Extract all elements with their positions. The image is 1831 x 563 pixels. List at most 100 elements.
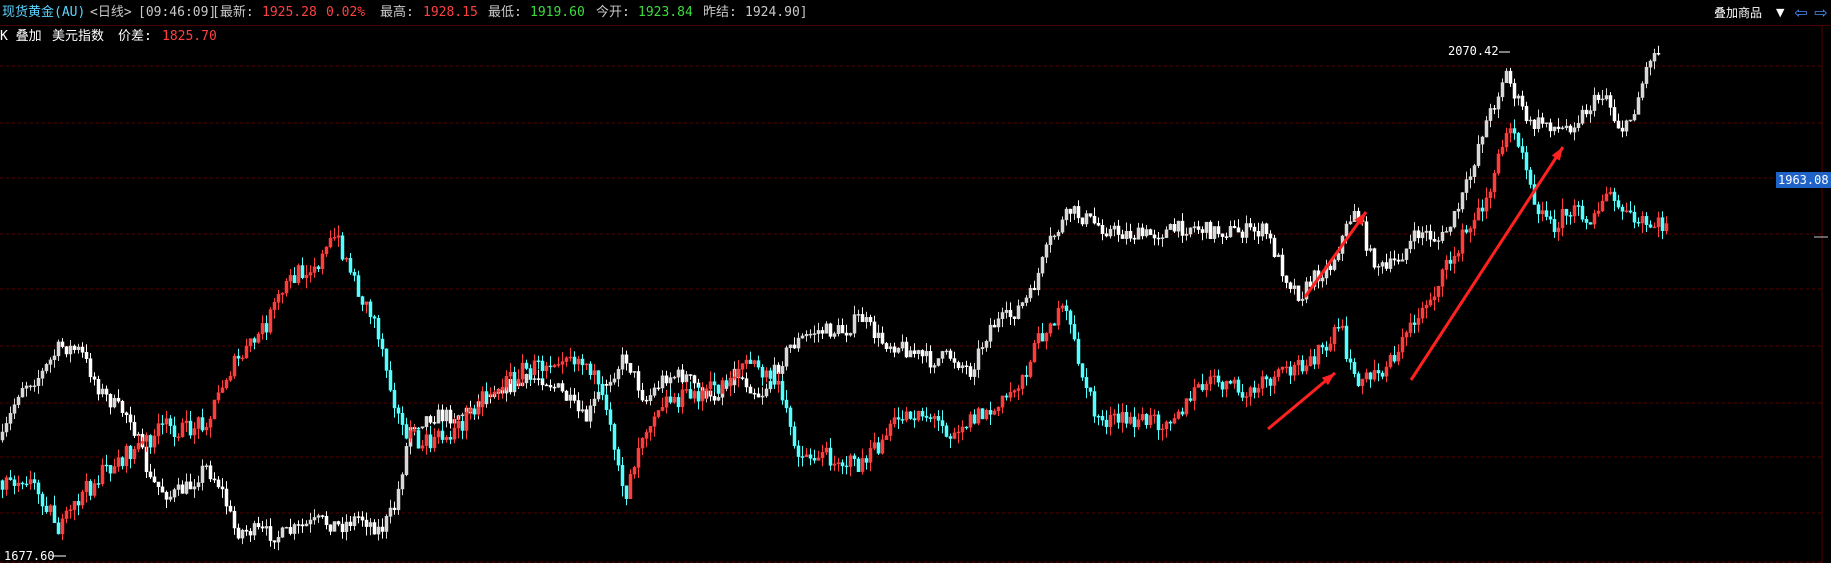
candle-body	[1056, 307, 1061, 326]
candle-body	[144, 435, 149, 442]
candle-body	[48, 505, 53, 512]
candle-body	[1044, 332, 1049, 342]
candle-body	[124, 445, 129, 467]
candle-body	[1240, 392, 1245, 398]
candle-body	[1448, 259, 1453, 264]
candle-body	[480, 391, 485, 408]
candle-body	[892, 346, 897, 353]
candle-body	[116, 397, 121, 402]
candle-body	[548, 365, 553, 368]
candle-body	[1248, 387, 1253, 397]
candle-body	[80, 346, 85, 353]
candle-body	[432, 436, 437, 449]
candle-body	[732, 376, 737, 379]
candle-body	[1024, 297, 1029, 303]
price-low-label: 1677.60	[4, 549, 55, 563]
candle-body	[96, 379, 101, 395]
candle-body	[1512, 128, 1517, 134]
candle-body	[1572, 205, 1577, 217]
period-label[interactable]: <日线>	[90, 0, 132, 26]
candle-body	[1368, 372, 1373, 380]
candle-body	[128, 414, 133, 423]
candle-body	[552, 386, 557, 389]
candle-body	[1548, 216, 1553, 220]
candle-body	[864, 458, 869, 463]
candle-body	[348, 258, 353, 273]
candle-body	[1632, 211, 1637, 223]
candle-body	[644, 399, 649, 402]
candle-body	[1344, 325, 1349, 360]
overlay-goods-button[interactable]: 叠加商品	[1714, 0, 1762, 26]
candle-body	[1060, 219, 1065, 233]
candle-body	[468, 408, 473, 413]
candle-body	[1368, 248, 1373, 251]
candle-body	[1624, 120, 1629, 132]
candle-body	[388, 370, 393, 391]
candle-body	[424, 416, 429, 428]
candle-body	[92, 483, 97, 496]
candle-body	[1028, 361, 1033, 377]
candle-body	[1148, 415, 1153, 426]
candle-body	[988, 324, 993, 342]
candle-body	[544, 365, 549, 372]
candle-body	[1144, 414, 1149, 426]
candle-body	[1536, 117, 1541, 129]
candle-body	[1224, 380, 1229, 390]
candle-body	[856, 314, 861, 316]
candle-body	[976, 348, 981, 370]
candle-body	[804, 334, 809, 337]
candle-body	[1096, 222, 1101, 226]
candle-body	[620, 464, 625, 487]
candle-body	[960, 365, 965, 369]
candle-body	[1020, 302, 1025, 307]
dropdown-arrow-icon[interactable]: ▼	[1776, 0, 1784, 26]
arrow-left-icon[interactable]: ⇦	[1792, 3, 1810, 23]
candle-body	[1016, 388, 1021, 391]
candle-body	[844, 465, 849, 468]
candle-body	[444, 409, 449, 422]
candle-body	[760, 395, 765, 398]
instrument-name[interactable]: 现货黄金(AU)	[2, 0, 85, 26]
candle-body	[1236, 227, 1241, 233]
candle-body	[1480, 207, 1485, 212]
candle-body	[1300, 360, 1305, 372]
candle-body	[1336, 253, 1341, 261]
candle-body	[364, 519, 369, 527]
candlestick-chart[interactable]: 2070.42 1677.60	[0, 26, 1831, 563]
candle-body	[964, 365, 969, 367]
candle-body	[740, 363, 745, 370]
candle-body	[636, 447, 641, 468]
candle-body	[1440, 269, 1445, 287]
candle-body	[1292, 364, 1297, 376]
candle-body	[664, 396, 669, 408]
candle-body	[1508, 128, 1513, 134]
candle-body	[632, 371, 637, 373]
candle-body	[232, 355, 237, 377]
candle-body	[1564, 125, 1569, 129]
candle-body	[1568, 125, 1573, 133]
arrow-right-icon[interactable]: ⇨	[1812, 3, 1830, 23]
candle-body	[1328, 343, 1333, 351]
candle-body	[1264, 223, 1269, 235]
candle-body	[1128, 416, 1133, 424]
candle-body	[1468, 176, 1473, 180]
candle-body	[1208, 376, 1213, 385]
candle-body	[276, 294, 281, 303]
candle-body	[312, 266, 317, 273]
candle-body	[1224, 236, 1229, 238]
candle-body	[164, 491, 169, 500]
candle-body	[1404, 332, 1409, 338]
candle-body	[160, 423, 165, 425]
candle-body	[916, 350, 921, 354]
candle-body	[1112, 225, 1117, 230]
candle-body	[1604, 95, 1609, 100]
candle-body	[1288, 366, 1293, 376]
candle-body	[128, 445, 133, 460]
candle-body	[1396, 351, 1401, 362]
candle-body	[1056, 231, 1061, 237]
candle-body	[100, 464, 105, 485]
candle-body	[1468, 228, 1473, 233]
candle-body	[1312, 356, 1317, 365]
candle-body	[172, 425, 177, 438]
candle-body	[1152, 234, 1157, 239]
